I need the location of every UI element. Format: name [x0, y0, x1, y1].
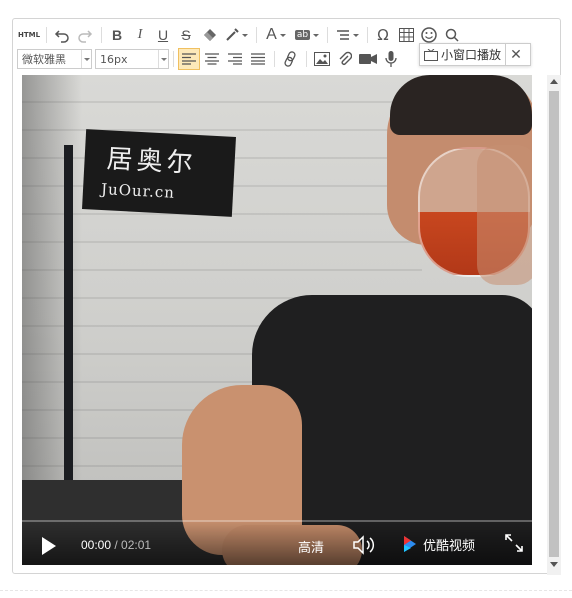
undo-button[interactable] — [51, 24, 73, 46]
font-family-value: 微软雅黑 — [22, 53, 66, 66]
time-separator: / — [111, 538, 122, 552]
search-replace-icon — [445, 28, 459, 42]
toolbar-divider — [274, 51, 275, 67]
toolbar-divider — [173, 51, 174, 67]
sign-english-text: JuOur.cn — [100, 180, 176, 202]
strikethrough-icon: S — [181, 27, 191, 43]
font-color-button[interactable]: A — [261, 24, 291, 46]
video-player[interactable]: 居奥尔 JuOur.cn 00:00 / 02:01 高清 优酷视频 — [22, 75, 532, 565]
bottom-divider — [0, 590, 572, 591]
undo-icon — [54, 30, 69, 43]
link-button[interactable] — [279, 48, 301, 70]
special-char-button[interactable]: Ω — [372, 24, 394, 46]
align-left-icon — [182, 53, 196, 65]
quality-button[interactable]: 高清 — [298, 537, 324, 556]
fullscreen-icon[interactable] — [504, 533, 524, 553]
toolbar-row-2: 微软雅黑 16px — [17, 47, 403, 71]
align-right-icon — [228, 53, 242, 65]
attachment-button[interactable] — [334, 48, 356, 70]
strikethrough-button[interactable]: S — [175, 24, 197, 46]
eraser-button[interactable] — [198, 24, 220, 46]
redo-icon — [78, 30, 93, 43]
scrollbar-thumb[interactable] — [549, 91, 559, 557]
align-justify-icon — [251, 53, 265, 65]
align-center-icon — [205, 53, 219, 65]
attachment-icon — [339, 51, 352, 65]
align-right-button[interactable] — [224, 48, 246, 70]
tv-icon — [424, 48, 438, 61]
duration: 02:01 — [121, 538, 152, 552]
align-center-button[interactable] — [201, 48, 223, 70]
toolbar-divider — [367, 27, 368, 43]
format-painter-button[interactable] — [221, 24, 251, 46]
toolbar-row-1: HTML B I U S A ab Ω — [17, 23, 464, 47]
chevron-down-icon — [81, 50, 91, 68]
scroll-down-icon[interactable] — [550, 562, 558, 567]
italic-button[interactable]: I — [129, 24, 151, 46]
video-time: 00:00 / 02:01 — [81, 538, 151, 552]
line-height-button[interactable] — [332, 24, 362, 46]
underline-button[interactable]: U — [152, 24, 174, 46]
audio-button[interactable] — [380, 48, 402, 70]
bold-icon: B — [111, 27, 123, 43]
background-color-button[interactable]: ab — [292, 24, 322, 46]
person-hair — [390, 75, 532, 135]
html-source-button[interactable]: HTML — [17, 24, 41, 46]
chevron-down-icon — [158, 50, 168, 68]
italic-icon: I — [137, 27, 143, 42]
video-progress-bar[interactable] — [22, 520, 532, 522]
volume-icon[interactable] — [352, 535, 378, 555]
align-left-button[interactable] — [178, 48, 200, 70]
youku-brand[interactable]: 优酷视频 — [403, 534, 475, 554]
align-justify-button[interactable] — [247, 48, 269, 70]
font-size-value: 16px — [100, 52, 128, 66]
editor-content[interactable]: 居奥尔 JuOur.cn 00:00 / 02:01 高清 优酷视频 — [22, 75, 532, 565]
font-color-icon: A — [266, 26, 277, 43]
eraser-icon — [204, 29, 216, 41]
image-button[interactable] — [311, 48, 333, 70]
rich-text-editor: HTML B I U S A ab Ω 微软雅黑 16px 小窗口播放 ✕ 居奥… — [12, 18, 561, 575]
toolbar-divider — [101, 27, 102, 43]
redo-button[interactable] — [74, 24, 96, 46]
video-frame-person — [182, 235, 532, 565]
video-popup-menu: 小窗口播放 ✕ — [419, 43, 531, 66]
table-button[interactable] — [395, 24, 417, 46]
image-icon — [314, 52, 330, 66]
current-time: 00:00 — [81, 538, 112, 552]
close-icon[interactable]: ✕ — [506, 47, 526, 63]
toolbar-divider — [306, 51, 307, 67]
emoji-icon — [421, 27, 437, 43]
link-icon — [284, 51, 296, 67]
font-family-select[interactable]: 微软雅黑 — [17, 49, 92, 69]
play-icon[interactable] — [42, 537, 56, 555]
toolbar-divider — [256, 27, 257, 43]
font-size-select[interactable]: 16px — [95, 49, 169, 69]
pip-button[interactable]: 小窗口播放 — [420, 44, 507, 65]
pip-label: 小窗口播放 — [441, 48, 502, 62]
format-painter-icon — [225, 28, 239, 41]
scroll-up-icon[interactable] — [550, 79, 558, 84]
bold-button[interactable]: B — [106, 24, 128, 46]
video-icon — [359, 54, 377, 64]
line-height-icon — [336, 30, 349, 40]
sign-chinese-text: 居奥尔 — [105, 144, 198, 179]
underline-icon: U — [157, 27, 169, 43]
toolbar-divider — [46, 27, 47, 43]
special-char-icon: Ω — [377, 26, 389, 44]
background-color-icon: ab — [294, 30, 311, 40]
youku-logo-icon — [404, 536, 416, 552]
video-frame-sign: 居奥尔 JuOur.cn — [82, 129, 236, 217]
person-fingers — [477, 145, 532, 285]
table-icon — [398, 28, 414, 42]
video-frame-pole — [64, 145, 73, 495]
audio-icon — [385, 51, 397, 67]
toolbar-divider — [327, 27, 328, 43]
video-button[interactable] — [357, 48, 379, 70]
youku-brand-label: 优酷视频 — [423, 538, 476, 554]
editor-scrollbar[interactable] — [547, 75, 561, 575]
